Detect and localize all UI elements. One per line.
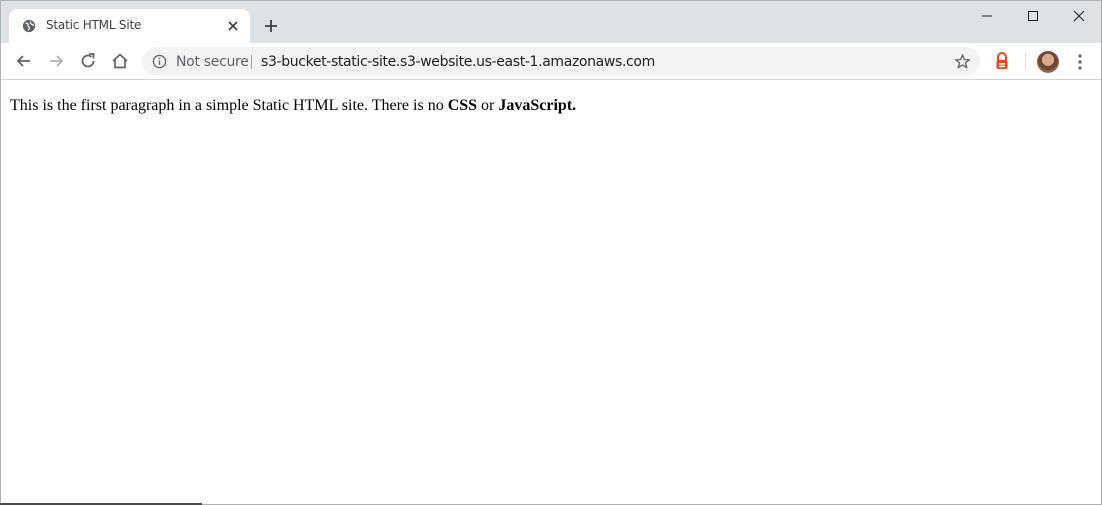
close-icon[interactable] bbox=[225, 18, 241, 34]
forward-icon[interactable] bbox=[46, 51, 66, 71]
toolbar-divider bbox=[1025, 53, 1026, 70]
tab-static-html-site[interactable]: Static HTML Site bbox=[9, 9, 250, 43]
paragraph-connector: or bbox=[477, 97, 499, 114]
paragraph-text: This is the first paragraph in a simple … bbox=[10, 97, 448, 114]
minimize-icon bbox=[982, 15, 992, 17]
toolbar: Not secure s3-bucket-static-site.s3-webs… bbox=[1, 43, 1101, 80]
maximize-button[interactable] bbox=[1010, 1, 1056, 31]
first-paragraph: This is the first paragraph in a simple … bbox=[10, 97, 576, 115]
tab-strip: Static HTML Site bbox=[1, 1, 1101, 43]
globe-icon bbox=[22, 19, 36, 33]
maximize-icon bbox=[1028, 11, 1038, 21]
security-label[interactable]: Not secure bbox=[176, 54, 249, 70]
more-menu-icon[interactable] bbox=[1072, 53, 1088, 71]
javascript-bold: JavaScript. bbox=[498, 97, 577, 114]
url-text[interactable]: s3-bucket-static-site.s3-website.us-east… bbox=[261, 54, 655, 70]
css-bold: CSS bbox=[447, 97, 478, 114]
plus-icon[interactable] bbox=[261, 16, 281, 36]
minimize-button[interactable] bbox=[964, 1, 1010, 31]
star-icon[interactable] bbox=[954, 53, 971, 70]
extension-icon[interactable] bbox=[994, 52, 1010, 70]
avatar[interactable] bbox=[1037, 51, 1059, 73]
window-close-button[interactable] bbox=[1056, 1, 1101, 31]
page-content: This is the first paragraph in a simple … bbox=[1, 81, 1101, 504]
reload-icon[interactable] bbox=[78, 51, 98, 71]
browser-window: Static HTML Site Not secure s3-bucket-st… bbox=[0, 0, 1102, 505]
omnibox-divider bbox=[251, 55, 252, 69]
window-close-icon bbox=[1073, 10, 1085, 22]
home-icon[interactable] bbox=[110, 51, 130, 71]
omnibox[interactable]: Not secure s3-bucket-static-site.s3-webs… bbox=[142, 47, 980, 76]
info-icon[interactable] bbox=[152, 54, 167, 69]
back-icon[interactable] bbox=[14, 51, 34, 71]
tab-title: Static HTML Site bbox=[46, 18, 142, 32]
